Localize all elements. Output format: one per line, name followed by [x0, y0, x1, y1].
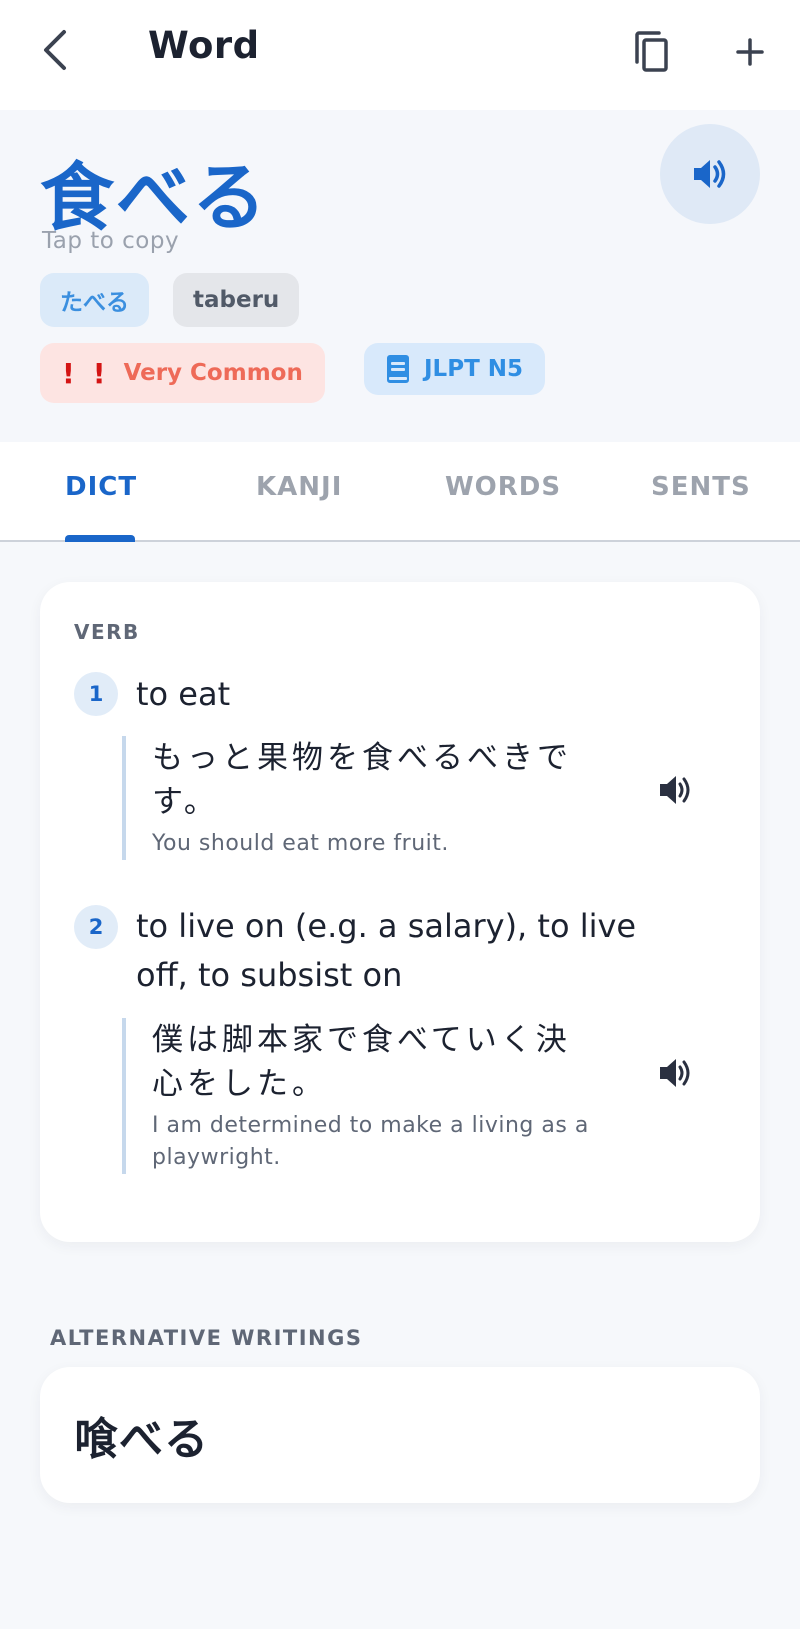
exclamation-icon: !	[92, 356, 106, 390]
example-audio-button[interactable]	[654, 1051, 698, 1095]
copy-icon	[635, 31, 668, 72]
jlpt-label: JLPT N5	[424, 356, 524, 382]
sense-gloss: to live on (e.g. a salary), to live off,…	[136, 902, 736, 1000]
active-tab-indicator	[65, 535, 135, 542]
example-japanese-line: 僕は脚本家で食べていく決	[152, 1022, 571, 1058]
tab-kanji[interactable]: KANJI	[256, 472, 342, 502]
back-button[interactable]	[34, 22, 78, 78]
tab-bar: DICT KANJI WORDS SENTS	[0, 442, 800, 542]
example-japanese-line: す。	[152, 784, 219, 820]
jlpt-badge: JLPT N5	[364, 343, 546, 395]
chevron-left-icon	[44, 30, 66, 70]
word-header: 食べる Tap to copy たべる taberu ! ! Very Comm…	[0, 110, 800, 442]
example-japanese-line: 心をした。	[152, 1066, 327, 1102]
reading-romaji-chip[interactable]: taberu	[173, 273, 300, 327]
exclamation-icon: !	[62, 356, 75, 390]
tab-sents[interactable]: SENTS	[651, 472, 751, 502]
gloss-line: to live on (e.g. a salary), to live	[136, 907, 637, 945]
example-japanese-line: もっと果物を食べるべきで	[152, 740, 572, 776]
speaker-icon	[694, 160, 726, 188]
frequency-label: Very Common	[123, 360, 303, 386]
play-audio-button[interactable]	[660, 124, 760, 224]
section-heading: ALTERNATIVE WRITINGS	[50, 1326, 363, 1350]
speaker-icon	[660, 1059, 690, 1087]
app-bar: Word	[0, 0, 800, 110]
example-english: I am determined to make a living as a pl…	[152, 1110, 642, 1174]
example-english-line: playwright.	[152, 1145, 281, 1170]
alternative-writing-card[interactable]: 喰べる	[40, 1367, 760, 1503]
definitions-card: VERB 1 to eat もっと果物を食べるべきで す。 You should…	[40, 582, 760, 1242]
sense-number: 1	[74, 672, 118, 716]
tab-words[interactable]: WORDS	[445, 472, 561, 502]
frequency-badge: ! ! Very Common	[40, 343, 325, 403]
plus-icon	[736, 38, 764, 66]
tap-to-copy-hint: Tap to copy	[42, 228, 180, 254]
gloss-line: to eat	[136, 675, 231, 713]
example-sentence: もっと果物を食べるべきで す。 You should eat more frui…	[122, 736, 642, 860]
gloss-line: off, to subsist on	[136, 956, 403, 994]
tab-dict[interactable]: DICT	[65, 472, 137, 502]
sense-gloss: to eat	[136, 670, 230, 719]
example-japanese: 僕は脚本家で食べていく決 心をした。	[152, 1018, 642, 1106]
page-title: Word	[148, 24, 260, 67]
example-japanese: もっと果物を食べるべきで す。	[152, 736, 642, 824]
example-sentence: 僕は脚本家で食べていく決 心をした。 I am determined to ma…	[122, 1018, 642, 1174]
part-of-speech: VERB	[74, 620, 140, 644]
copy-button[interactable]	[628, 24, 676, 80]
speaker-icon	[660, 776, 690, 804]
sense-number: 2	[74, 905, 118, 949]
example-english: You should eat more fruit.	[152, 828, 642, 860]
book-icon	[386, 354, 410, 384]
example-english-line: You should eat more fruit.	[152, 831, 449, 856]
add-button[interactable]	[728, 26, 772, 78]
alternative-writing: 喰べる	[74, 1414, 209, 1465]
example-audio-button[interactable]	[654, 768, 698, 812]
reading-kana-chip[interactable]: たべる	[40, 273, 149, 327]
example-english-line: I am determined to make a living as a	[152, 1113, 589, 1138]
